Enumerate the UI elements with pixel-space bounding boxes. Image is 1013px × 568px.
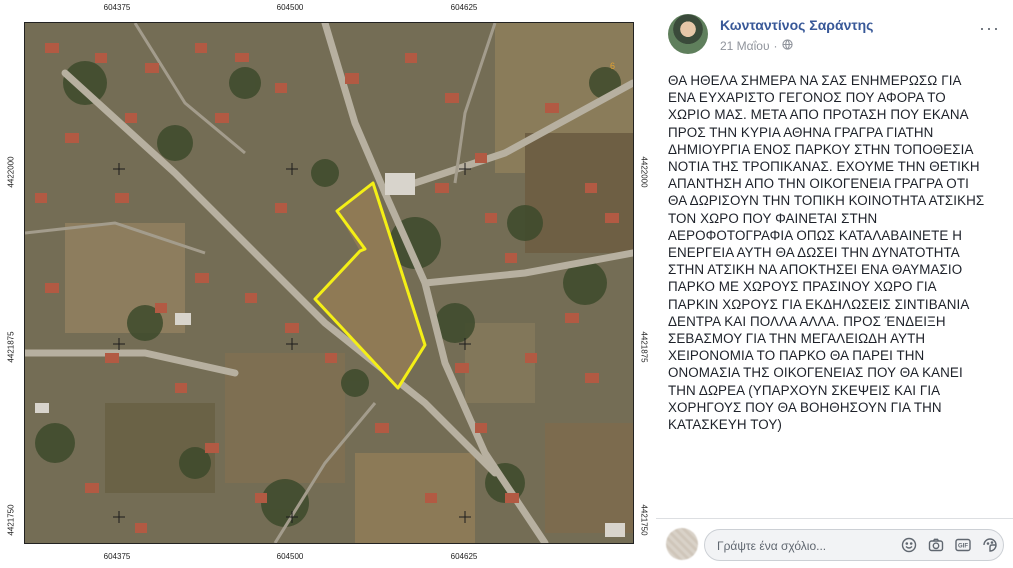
camera-icon[interactable] <box>928 537 944 553</box>
author-name-link[interactable]: Κωνταντίνος Σαράντης <box>720 17 873 33</box>
comment-box[interactable]: GIF <box>704 529 1004 562</box>
y-tick-label: 4422000 <box>6 156 16 188</box>
y-tick-label: 4421875 <box>639 331 649 363</box>
gif-icon[interactable]: GIF <box>955 537 971 553</box>
post-panel: Κωνταντίνος Σαράντης 21 Μαΐου · ··· ΘΑ Η… <box>656 0 1013 567</box>
aerial-photo: 6 <box>24 22 634 544</box>
x-tick-label: 604500 <box>276 3 304 12</box>
x-tick-label: 604625 <box>450 552 478 561</box>
avatar[interactable] <box>668 14 708 54</box>
corner-mark: 6 <box>610 61 615 71</box>
post-photo[interactable]: 604375 604500 604625 604375 604500 60462… <box>0 0 656 567</box>
post-header: Κωνταντίνος Σαράντης 21 Μαΐου · ··· <box>668 12 1008 56</box>
x-tick-label: 604625 <box>450 3 478 12</box>
emoji-icon[interactable] <box>901 537 917 553</box>
meta-separator: · <box>773 39 778 53</box>
x-tick-label: 604375 <box>103 552 131 561</box>
globe-icon[interactable] <box>781 39 793 53</box>
comment-input[interactable] <box>715 530 889 562</box>
svg-text:GIF: GIF <box>958 544 968 550</box>
commenter-avatar <box>666 528 698 560</box>
y-tick-label: 4421875 <box>6 331 16 363</box>
aerial-map-svg: 6 <box>25 23 633 543</box>
y-tick-label: 4422000 <box>639 156 649 188</box>
post-meta: 21 Μαΐου · <box>720 39 793 53</box>
more-dots-icon[interactable]: ··· <box>979 18 1000 39</box>
post-date-link[interactable]: 21 Μαΐου <box>720 39 770 53</box>
x-tick-label: 604500 <box>276 552 304 561</box>
post-text: ΘΑ ΗΘΕΛΑ ΣΗΜΕΡΑ ΝΑ ΣΑΣ ΕΝΗΜΕΡΩΣΩ ΓΙΑ ΕΝΑ… <box>668 73 985 433</box>
comment-bar: GIF <box>656 518 1013 568</box>
sticker-icon[interactable] <box>982 537 998 553</box>
x-tick-label: 604375 <box>103 3 131 12</box>
y-tick-label: 4421750 <box>639 504 649 536</box>
y-tick-label: 4421750 <box>6 504 16 536</box>
